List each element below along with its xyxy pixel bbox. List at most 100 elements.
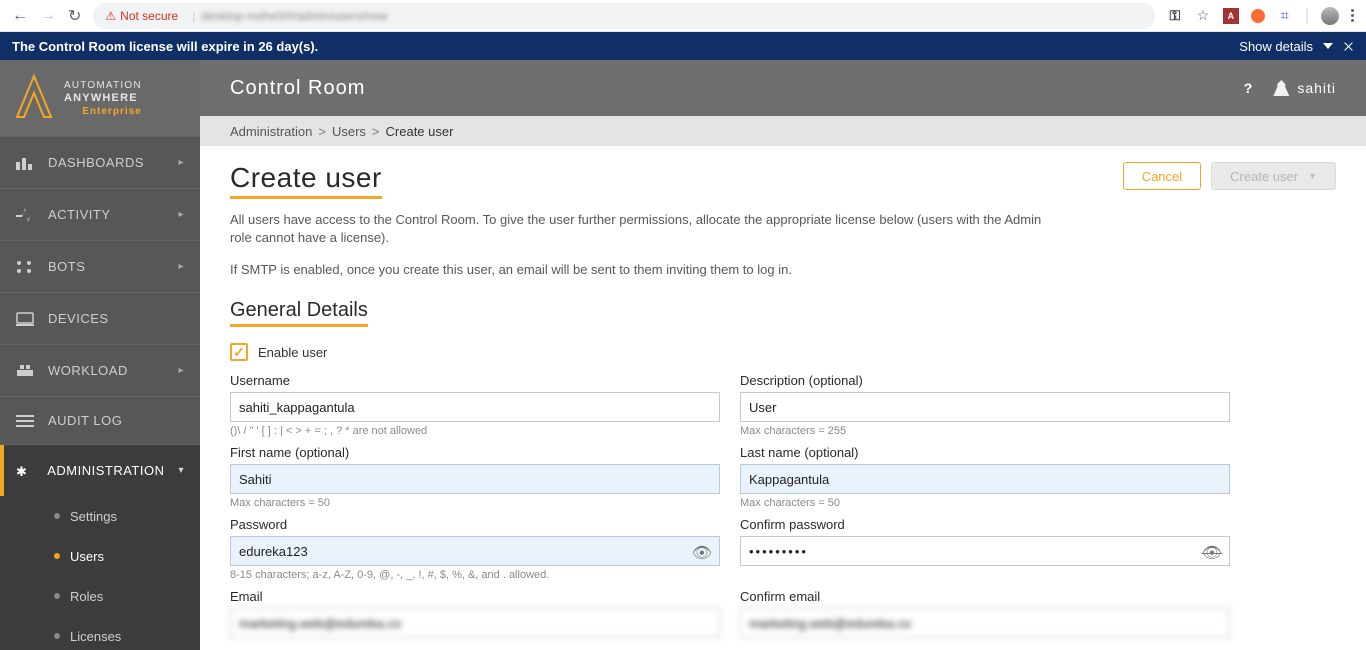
email-label: Email <box>230 589 720 604</box>
reload-icon[interactable]: ↻ <box>68 6 81 26</box>
breadcrumb-users[interactable]: Users <box>332 124 366 139</box>
intro-text-1: All users have access to the Control Roo… <box>230 211 1050 247</box>
devices-icon <box>16 312 34 326</box>
lastname-hint: Max characters = 50 <box>740 497 1230 509</box>
confirm-password-field: Confirm password 👁 <box>740 517 1230 581</box>
subnav-settings[interactable]: Settings <box>0 496 200 536</box>
security-warning: ⚠ Not secure <box>105 9 178 23</box>
brand-logo: AUTOMATION ANYWHERE Enterprise <box>0 60 200 136</box>
forward-icon[interactable]: → <box>40 7 56 25</box>
page-title: Create user <box>230 162 382 199</box>
crop-ext-icon[interactable]: ⌗ <box>1277 8 1293 24</box>
sidebar-item-devices[interactable]: DEVICES <box>0 292 200 344</box>
firstname-hint: Max characters = 50 <box>230 497 720 509</box>
browser-menu-icon[interactable] <box>1351 9 1354 22</box>
confirm-email-field: Confirm email <box>740 589 1230 638</box>
sidebar-item-label: AUDIT LOG <box>48 413 122 428</box>
subnav-users[interactable]: Users <box>0 536 200 576</box>
subnav-label: Settings <box>70 509 117 524</box>
confirm-email-label: Confirm email <box>740 589 1230 604</box>
gear-icon: ✱ <box>16 464 33 478</box>
show-details-button[interactable]: Show details <box>1239 39 1354 54</box>
show-details-label: Show details <box>1239 39 1313 54</box>
sidebar-nav: DASHBOARDS ▸ ACTIVITY ▸ BOTS ▸ DEVICES W… <box>0 136 200 650</box>
username-hint: ()\ / " ' [ ] : | < > + = ; , ? * are no… <box>230 425 720 437</box>
lastname-input[interactable] <box>740 464 1230 494</box>
sidebar: AUTOMATION ANYWHERE Enterprise DASHBOARD… <box>0 60 200 650</box>
username-field: Username ()\ / " ' [ ] : | < > + = ; , ?… <box>230 373 720 437</box>
subnav-label: Roles <box>70 589 103 604</box>
sidebar-item-auditlog[interactable]: AUDIT LOG <box>0 396 200 444</box>
username-input[interactable] <box>230 392 720 422</box>
section-heading: General Details <box>230 299 368 327</box>
user-icon <box>1273 80 1289 96</box>
enable-user-label: Enable user <box>258 345 327 360</box>
breadcrumb: Administration > Users > Create user <box>200 116 1366 146</box>
browser-toolbar: ← → ↻ ⚠ Not secure | desktop-noihe0/#/ad… <box>0 0 1366 32</box>
brand-line-2: ANYWHERE <box>64 92 142 105</box>
password-label: Password <box>230 517 720 532</box>
eye-icon[interactable]: 👁 <box>692 543 712 563</box>
subnav-roles[interactable]: Roles <box>0 576 200 616</box>
firstname-field: First name (optional) Max characters = 5… <box>230 445 720 509</box>
subnav-licenses[interactable]: Licenses <box>0 616 200 650</box>
create-user-button[interactable]: Create user ▼ <box>1211 162 1336 190</box>
chevron-right-icon: ▸ <box>178 261 184 272</box>
chevron-right-icon: ▸ <box>178 365 184 376</box>
sidebar-item-label: WORKLOAD <box>48 363 128 378</box>
sidebar-item-dashboards[interactable]: DASHBOARDS ▸ <box>0 136 200 188</box>
app-header: Control Room ? sahiti <box>200 60 1366 116</box>
email-input[interactable] <box>230 608 720 638</box>
help-icon[interactable]: ? <box>1244 80 1254 96</box>
email-field: Email <box>230 589 720 638</box>
back-icon[interactable]: ← <box>12 7 28 25</box>
browser-extension-area: ⚿ ☆ A ⌗ | <box>1167 7 1354 25</box>
close-icon[interactable] <box>1343 41 1354 52</box>
cancel-button[interactable]: Cancel <box>1123 162 1201 190</box>
brand-line-1: AUTOMATION <box>64 79 142 92</box>
username-label: Username <box>230 373 720 388</box>
eye-off-icon[interactable]: 👁 <box>1202 543 1222 563</box>
description-input[interactable] <box>740 392 1230 422</box>
app-title: Control Room <box>230 77 365 100</box>
firstname-input[interactable] <box>230 464 720 494</box>
sidebar-item-activity[interactable]: ACTIVITY ▸ <box>0 188 200 240</box>
postman-ext-icon[interactable] <box>1251 9 1265 23</box>
license-banner: The Control Room license will expire in … <box>0 32 1366 60</box>
license-banner-text: The Control Room license will expire in … <box>12 39 318 54</box>
automation-anywhere-logo-icon <box>14 73 54 123</box>
password-hint: 8-15 characters; a-z, A-Z, 0-9, @, -, _,… <box>230 569 720 581</box>
brand-line-3: Enterprise <box>64 105 142 118</box>
subnav-label: Licenses <box>70 629 121 644</box>
key-icon[interactable]: ⚿ <box>1167 8 1183 24</box>
password-field: Password 👁 8-15 characters; a-z, A-Z, 0-… <box>230 517 720 581</box>
sidebar-item-label: DEVICES <box>48 311 109 326</box>
sidebar-item-label: BOTS <box>48 259 85 274</box>
chevron-right-icon: ▸ <box>178 157 184 168</box>
sidebar-item-label: DASHBOARDS <box>48 155 144 170</box>
sidebar-item-label: ADMINISTRATION <box>47 463 164 478</box>
sidebar-item-label: ACTIVITY <box>48 207 111 222</box>
enable-user-checkbox[interactable]: ✓ <box>230 343 248 361</box>
profile-avatar[interactable] <box>1321 7 1339 25</box>
star-icon[interactable]: ☆ <box>1195 8 1211 24</box>
sidebar-item-bots[interactable]: BOTS ▸ <box>0 240 200 292</box>
sidebar-item-administration[interactable]: ✱ ADMINISTRATION ▾ <box>0 444 200 496</box>
create-user-button-label: Create user <box>1230 169 1298 184</box>
confirm-password-input[interactable] <box>740 536 1230 566</box>
page-body: Create user Cancel Create user ▼ All use… <box>200 146 1366 650</box>
description-label: Description (optional) <box>740 373 1230 388</box>
lastname-field: Last name (optional) Max characters = 50 <box>740 445 1230 509</box>
breadcrumb-administration[interactable]: Administration <box>230 124 312 139</box>
workload-icon <box>16 364 34 378</box>
password-input[interactable] <box>230 536 720 566</box>
pdf-ext-icon[interactable]: A <box>1223 8 1239 24</box>
description-hint: Max characters = 255 <box>740 425 1230 437</box>
sidebar-item-workload[interactable]: WORKLOAD ▸ <box>0 344 200 396</box>
chevron-down-icon: ▼ <box>1308 171 1317 181</box>
username-label: sahiti <box>1297 80 1336 96</box>
confirm-email-input[interactable] <box>740 608 1230 638</box>
address-bar[interactable]: ⚠ Not secure | desktop-noihe0/#/admin/us… <box>93 3 1154 29</box>
user-menu[interactable]: sahiti <box>1273 80 1336 96</box>
breadcrumb-current: Create user <box>386 124 454 139</box>
